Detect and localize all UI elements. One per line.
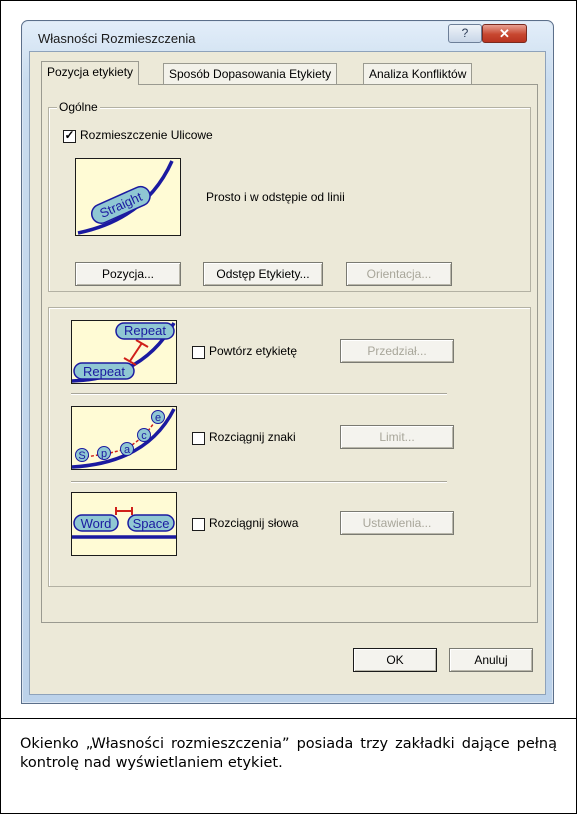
street-placement-checkbox[interactable]: ✓: [63, 128, 76, 143]
placement-properties-dialog: Własności Rozmieszczenia ? ✕ Pozycja ety…: [21, 20, 554, 704]
ok-button[interactable]: OK: [353, 648, 437, 672]
options-groupbox: Repeat Repeat Powtórz etykietę Przedział…: [48, 307, 531, 587]
stretch-char-text: c: [141, 430, 147, 442]
stretch-word-text-2: Space: [133, 516, 170, 531]
tab-label-fitting[interactable]: Sposób Dopasowania Etykiety: [163, 63, 338, 84]
label-offset-button[interactable]: Odstęp Etykiety...: [203, 262, 323, 286]
tab-panel-label-position: Ogólne ✓ Rozmieszczenie Ulicowe Straight…: [41, 84, 538, 623]
stretch-limit-button[interactable]: Limit...: [340, 425, 454, 449]
straight-preview-image: Straight: [75, 158, 181, 236]
repeat-interval-button[interactable]: Przedział...: [340, 339, 454, 363]
stretch-chars-preview-image: S p a c e: [71, 406, 177, 470]
orientation-button[interactable]: Orientacja...: [346, 262, 452, 286]
repeat-preview-text-bottom: Repeat: [83, 364, 125, 379]
help-icon: ?: [461, 26, 469, 40]
tab-conflict-analysis[interactable]: Analiza Konfliktów: [363, 63, 473, 84]
street-placement-label[interactable]: Rozmieszczenie Ulicowe: [80, 128, 213, 142]
dialog-client-area: Pozycja etykiety Sposób Dopasowania Etyk…: [29, 51, 546, 695]
repeat-preview-text-top: Repeat: [124, 323, 166, 338]
close-button[interactable]: ✕: [482, 24, 527, 43]
stretch-chars-label[interactable]: Rozciągnij znaki: [209, 430, 296, 444]
caption-divider: [1, 718, 576, 719]
caption-text: Okienko „Własności rozmieszczenia” posia…: [20, 736, 557, 771]
stretch-char-text: e: [155, 412, 161, 424]
stretch-settings-button[interactable]: Ustawienia...: [340, 511, 454, 535]
stretch-char-text: S: [78, 450, 85, 462]
repeat-distance-marker-icon: [123, 339, 149, 366]
repeat-label-checkbox[interactable]: [192, 346, 205, 359]
tab-label-text: Sposób Dopasowania Etykiety: [169, 67, 332, 81]
stretch-words-preview-image: Word Space: [71, 492, 177, 556]
stretch-words-checkbox[interactable]: [192, 518, 205, 531]
stretch-char-text: p: [101, 448, 107, 460]
word-spacing-marker-icon: [115, 507, 133, 515]
general-group-title: Ogólne: [57, 100, 100, 114]
options-separator: [71, 393, 447, 395]
tab-label-position[interactable]: Pozycja etykiety: [41, 61, 140, 85]
general-groupbox: Ogólne ✓ Rozmieszczenie Ulicowe Straight…: [48, 100, 531, 292]
repeat-preview-image: Repeat Repeat: [71, 320, 177, 384]
placement-description: Prosto i w odstępie od linii: [206, 190, 345, 204]
repeat-label-label[interactable]: Powtórz etykietę: [209, 344, 297, 358]
checkmark-icon: ✓: [64, 128, 75, 142]
close-icon: ✕: [499, 26, 510, 41]
dialog-title: Własności Rozmieszczenia: [38, 31, 196, 46]
tab-label-text: Pozycja etykiety: [47, 65, 134, 79]
stretch-char-text: a: [124, 444, 131, 456]
options-separator: [71, 481, 447, 483]
stretch-word-text-1: Word: [81, 516, 112, 531]
stretch-words-label[interactable]: Rozciągnij słowa: [209, 516, 298, 530]
position-button[interactable]: Pozycja...: [75, 262, 181, 286]
cancel-button[interactable]: Anuluj: [449, 648, 533, 672]
tab-label-text: Analiza Konfliktów: [369, 67, 467, 81]
help-button[interactable]: ?: [448, 24, 482, 43]
stretch-chars-checkbox[interactable]: [192, 432, 205, 445]
